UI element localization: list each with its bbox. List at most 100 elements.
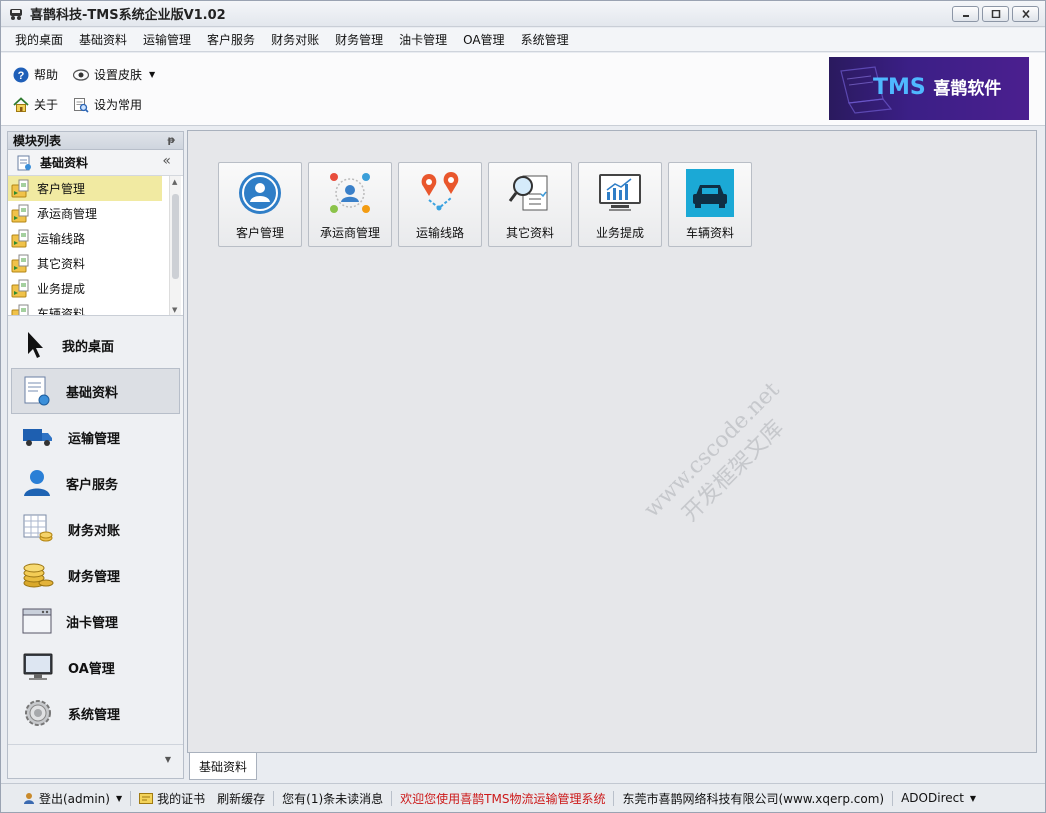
- menu-fuel-card[interactable]: 油卡管理: [391, 28, 455, 52]
- folder-doc-icon: [11, 279, 29, 297]
- app-window: 喜鹊科技-TMS系统企业版V1.02 我的桌面 基础资料 运输管理 客户服务 财…: [0, 0, 1046, 813]
- certificate-button[interactable]: 我的证书: [133, 790, 211, 807]
- menu-oa[interactable]: OA管理: [455, 28, 512, 52]
- tree-item-other[interactable]: 其它资料: [8, 251, 162, 276]
- folder-doc-icon: [11, 304, 29, 315]
- toolbar: ? 帮助 设置皮肤 ▼ 关于 设为常用 TMS 喜鹊软件: [1, 53, 1045, 126]
- tile-customer-management[interactable]: 客户管理: [218, 162, 302, 247]
- window-controls: [952, 6, 1039, 22]
- menu-finance[interactable]: 财务管理: [327, 28, 391, 52]
- pin-icon[interactable]: ᵽ: [168, 132, 175, 150]
- document-icon: [17, 155, 31, 170]
- tree-item-vehicle[interactable]: 车辆资料: [8, 301, 162, 316]
- close-button[interactable]: [1012, 6, 1039, 22]
- tree-item-label: 其它资料: [37, 257, 86, 271]
- nav-system[interactable]: 系统管理: [8, 690, 183, 736]
- tree-item-label: 客户管理: [37, 182, 86, 196]
- tree-item-route[interactable]: 运输线路: [8, 226, 162, 251]
- user-icon: [24, 470, 50, 496]
- maximize-icon: [991, 10, 1000, 18]
- tile-business-commission[interactable]: 业务提成: [578, 162, 662, 247]
- scroll-down-icon[interactable]: ▼: [172, 306, 177, 314]
- tree-scrollbar[interactable]: ▲ ▼: [169, 176, 181, 315]
- scroll-up-icon[interactable]: ▲: [172, 178, 177, 186]
- scroll-thumb[interactable]: [172, 194, 179, 279]
- divider: [892, 790, 894, 806]
- truck-icon: [23, 429, 52, 446]
- collapse-icon[interactable]: «: [162, 153, 171, 169]
- nav-customer-service[interactable]: 客户服务: [8, 460, 183, 506]
- folder-doc-icon: [11, 229, 29, 247]
- document-search-icon: [74, 97, 89, 113]
- menu-system[interactable]: 系统管理: [513, 28, 577, 52]
- company-label: 东莞市喜鹊网络科技有限公司(www.xqerp.com): [622, 791, 885, 806]
- chevron-down-icon: ▼: [115, 793, 123, 803]
- tile-label: 承运商管理: [319, 226, 380, 240]
- svg-text:?: ?: [18, 70, 25, 82]
- document-icon: [24, 376, 50, 406]
- brand-logo: TMS 喜鹊软件: [873, 74, 1001, 100]
- gear-icon: [25, 700, 51, 726]
- monitor-icon: [23, 653, 53, 680]
- tree-item-label: 承运商管理: [37, 207, 98, 221]
- set-common-button[interactable]: 设为常用: [73, 96, 142, 113]
- menu-transport[interactable]: 运输管理: [135, 28, 199, 52]
- tree-item-carrier[interactable]: 承运商管理: [8, 201, 162, 226]
- unread-messages[interactable]: 您有(1)条未读消息: [276, 790, 389, 807]
- unread-messages-label: 您有(1)条未读消息: [282, 791, 384, 806]
- help-button[interactable]: ? 帮助: [13, 66, 58, 83]
- folder-doc-icon: [11, 204, 29, 222]
- nav-basic-data[interactable]: 基础资料: [11, 368, 180, 414]
- tile-carrier-management[interactable]: 承运商管理: [308, 162, 392, 247]
- nav-transport[interactable]: 运输管理: [8, 414, 183, 460]
- truck-app-icon: [10, 8, 22, 20]
- nav-desktop[interactable]: 我的桌面: [8, 322, 183, 368]
- logout-label: 登出(admin): [39, 791, 110, 806]
- brand-tms: TMS: [873, 75, 926, 100]
- spreadsheet-coins-icon: [23, 514, 53, 542]
- about-button[interactable]: 关于: [13, 96, 58, 113]
- db-dropdown[interactable]: ADODirect ▼: [895, 791, 982, 805]
- chart-monitor-icon: [596, 169, 644, 217]
- tab-basic-data[interactable]: 基础资料: [189, 753, 257, 780]
- refresh-cache-button[interactable]: 刷新缓存: [211, 790, 271, 807]
- nav-label: 运输管理: [68, 431, 121, 447]
- menu-basic-data[interactable]: 基础资料: [71, 28, 135, 52]
- menu-desktop[interactable]: 我的桌面: [7, 28, 71, 52]
- group-title: 基础资料: [40, 156, 89, 170]
- tile-other-data[interactable]: 其它资料: [488, 162, 572, 247]
- tree-item-customer[interactable]: 客户管理: [8, 176, 162, 201]
- folder-doc-icon: [11, 179, 29, 197]
- nav-overflow-bar: ▼: [8, 744, 183, 778]
- module-panel-header: 模块列表 ᵽ: [8, 132, 183, 150]
- nav-fuel-card[interactable]: 油卡管理: [8, 598, 183, 644]
- logout-dropdown[interactable]: 登出(admin) ▼: [17, 790, 128, 807]
- group-header-basic-data[interactable]: 基础资料 «: [8, 150, 183, 176]
- tree-item-commission[interactable]: 业务提成: [8, 276, 162, 301]
- tree-item-label: 车辆资料: [37, 307, 86, 316]
- home-icon: [13, 96, 29, 112]
- about-label: 关于: [34, 98, 59, 112]
- company-info: 东莞市喜鹊网络科技有限公司(www.xqerp.com): [616, 790, 890, 807]
- cursor-arrow-icon: [28, 332, 43, 358]
- nav-label: OA管理: [68, 661, 115, 677]
- welcome-message: 欢迎您使用喜鹊TMS物流运输管理系统: [394, 790, 611, 807]
- chevron-down-icon[interactable]: ▼: [165, 755, 171, 764]
- skin-dropdown[interactable]: 设置皮肤 ▼: [73, 66, 155, 83]
- certificate-icon: [139, 792, 154, 804]
- module-panel: 模块列表 ᵽ 基础资料 « 客户管理 承运商管理 运输线路 其它资料 业务提成 …: [7, 131, 184, 779]
- menu-customer-service[interactable]: 客户服务: [199, 28, 263, 52]
- nav-oa[interactable]: OA管理: [8, 644, 183, 690]
- maximize-button[interactable]: [982, 6, 1009, 22]
- search-document-icon: [506, 169, 554, 217]
- nav-finance[interactable]: 财务管理: [8, 552, 183, 598]
- nav-finance-reconcile[interactable]: 财务对账: [8, 506, 183, 552]
- minimize-button[interactable]: [952, 6, 979, 22]
- customer-icon: [236, 169, 284, 217]
- tile-vehicle-data[interactable]: 车辆资料: [668, 162, 752, 247]
- chevron-down-icon: ▼: [969, 793, 977, 803]
- menu-finance-reconcile[interactable]: 财务对账: [263, 28, 327, 52]
- status-bar: 登出(admin) ▼ 我的证书 刷新缓存 您有(1)条未读消息 欢迎您使用喜鹊…: [1, 783, 1045, 812]
- tile-transport-route[interactable]: 运输线路: [398, 162, 482, 247]
- module-tree: 客户管理 承运商管理 运输线路 其它资料 业务提成 车辆资料 ▲ ▼: [8, 176, 183, 316]
